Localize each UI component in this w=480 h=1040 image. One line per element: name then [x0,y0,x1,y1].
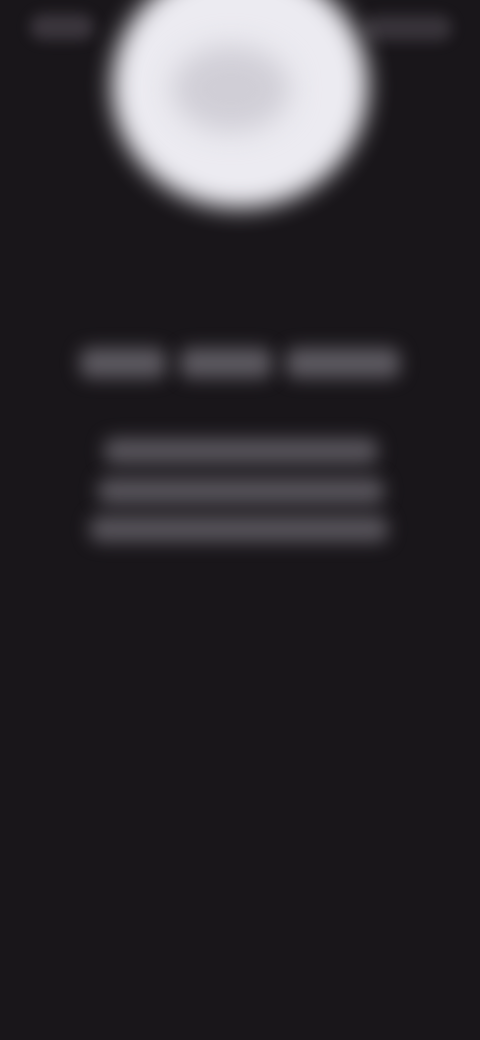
heading-word [80,348,166,378]
page-heading [76,348,404,378]
body-line-1 [104,438,378,464]
illustration-inner-mark [172,46,290,132]
heading-word [180,348,272,378]
heading-word [286,348,400,378]
body-text [0,428,480,558]
screen [0,0,480,1040]
body-line-3 [90,516,388,542]
body-line-2 [98,478,384,504]
status-icons [364,15,452,41]
status-time [30,14,94,40]
